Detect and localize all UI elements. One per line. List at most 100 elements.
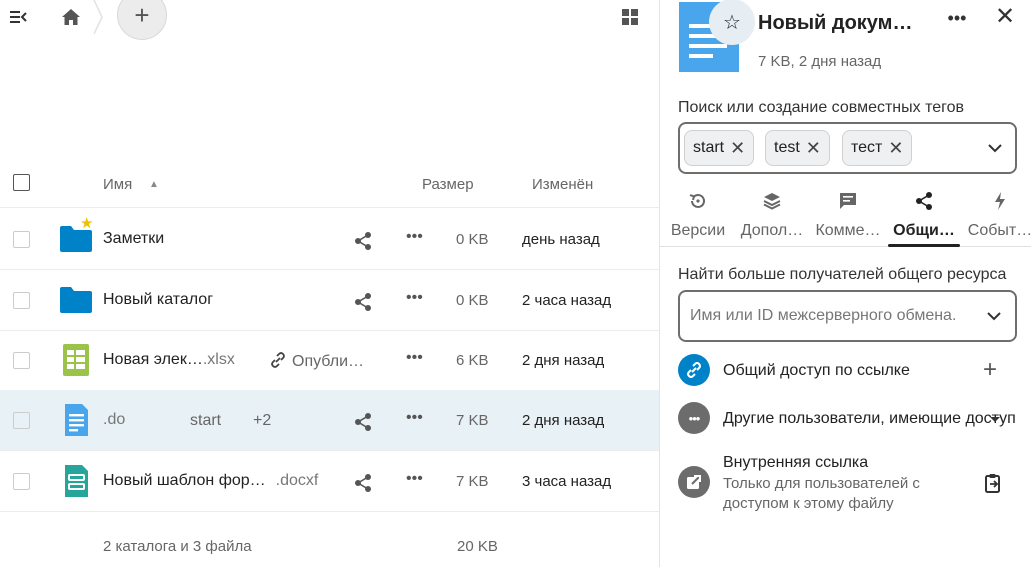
form-template-icon xyxy=(65,465,88,497)
more-actions-icon[interactable]: ••• xyxy=(406,409,426,429)
select-all-checkbox[interactable] xyxy=(13,174,30,191)
file-modified: 3 часа назад xyxy=(522,473,612,490)
more-actions-icon[interactable]: ••• xyxy=(406,470,426,490)
external-link-icon xyxy=(678,466,710,498)
comment-icon xyxy=(840,193,856,209)
breadcrumb-separator-icon xyxy=(93,0,103,34)
favorite-star-icon: ★ xyxy=(80,215,94,232)
file-name[interactable]: Новая элек….xlsx xyxy=(103,351,235,369)
layers-icon xyxy=(763,193,781,210)
file-row[interactable]: Новый шаблон фор… .docxf ••• 7 KB 3 часа … xyxy=(0,451,660,512)
file-row[interactable]: .do start +2 ••• 7 KB 2 дня назад xyxy=(0,390,660,451)
file-size: 6 KB xyxy=(456,352,489,369)
file-size: 0 KB xyxy=(456,292,489,309)
sidebar-file-meta: 7 KB, 2 дня назад xyxy=(758,53,882,70)
file-modified: 2 дня назад xyxy=(522,412,605,429)
more-actions-icon[interactable]: ••• xyxy=(406,349,426,369)
file-row[interactable]: Новый каталог ••• 0 KB 2 часа назад xyxy=(0,270,660,331)
tags-label: Поиск или создание совместных тегов xyxy=(678,99,965,116)
sidebar-file-title: Новый докум… xyxy=(758,12,913,34)
internal-link-title: Внутренняя ссылка xyxy=(723,454,869,471)
share-icon[interactable] xyxy=(353,412,373,432)
others-with-access-title: Другие пользователи, имеющие доступ xyxy=(723,410,1016,427)
public-link-status[interactable]: Опубли… xyxy=(270,352,364,371)
file-size: 7 KB xyxy=(456,412,489,429)
star-outline-icon: ☆ xyxy=(723,11,741,34)
share-icon xyxy=(916,192,932,210)
file-tag: start xyxy=(190,412,222,429)
remove-tag-icon[interactable]: ✕ xyxy=(806,138,821,159)
link-icon xyxy=(678,354,710,386)
spreadsheet-icon xyxy=(63,344,89,376)
tab-comments[interactable]: Комме… xyxy=(810,185,886,247)
internal-link-description: Только для пользователей с доступом к это… xyxy=(723,475,920,512)
more-actions-icon[interactable]: ••• xyxy=(406,289,426,309)
internal-link-entry: Внутренняя ссылка Только для пользовател… xyxy=(678,452,1028,514)
share-search-input[interactable] xyxy=(678,290,1017,342)
tags-select[interactable]: start ✕ test ✕ тест ✕ xyxy=(678,122,1017,174)
file-tag-more[interactable]: +2 xyxy=(253,412,271,430)
file-modified: 2 дня назад xyxy=(522,352,605,369)
add-share-link-button[interactable]: + xyxy=(983,358,997,382)
file-name[interactable]: Новый шаблон фор… .docxf xyxy=(103,472,318,490)
file-list-header: Имя ▲ Размер Изменён xyxy=(0,160,660,208)
tab-details[interactable]: Допол… xyxy=(734,185,810,247)
file-name[interactable]: .do xyxy=(103,411,125,429)
tag-chip: тест ✕ xyxy=(842,130,913,166)
grid-view-icon[interactable] xyxy=(618,5,642,29)
tab-sharing[interactable]: Общи… xyxy=(886,185,962,247)
file-modified: день назад xyxy=(522,231,600,248)
history-icon xyxy=(689,193,705,208)
details-sidebar: ☆ Новый докум… 7 KB, 2 дня назад ••• ✕ П… xyxy=(659,0,1031,567)
remove-tag-icon[interactable]: ✕ xyxy=(730,138,745,159)
share-link-title: Общий доступ по ссылке xyxy=(723,362,910,379)
menu-collapse-icon[interactable] xyxy=(8,6,30,28)
column-header-name[interactable]: Имя xyxy=(103,176,132,193)
row-checkbox[interactable] xyxy=(13,292,30,309)
file-row[interactable]: Новая элек….xlsx Опубли… ••• 6 KB 2 дня … xyxy=(0,330,660,391)
sidebar-more-button[interactable]: ••• xyxy=(946,8,968,30)
summary-size: 20 KB xyxy=(457,538,498,555)
tag-chip: start ✕ xyxy=(684,130,755,166)
share-icon[interactable] xyxy=(353,473,373,493)
row-checkbox[interactable] xyxy=(13,412,30,429)
more-actions-icon[interactable]: ••• xyxy=(406,228,426,248)
folder-icon xyxy=(60,287,92,313)
sidebar-tabs: Версии Допол… Комме… Общи… Событ… xyxy=(660,185,1031,247)
home-icon[interactable] xyxy=(58,4,84,30)
file-size: 7 KB xyxy=(456,473,489,490)
file-list-panel: + Имя ▲ Размер Изменён ★ Заметки ••• 0 K… xyxy=(0,0,660,567)
sort-ascending-icon: ▲ xyxy=(149,179,159,190)
chevron-down-icon[interactable] xyxy=(987,411,1003,427)
remove-tag-icon[interactable]: ✕ xyxy=(888,138,903,159)
chevron-down-icon[interactable] xyxy=(984,306,1004,326)
file-name[interactable]: Заметки xyxy=(103,230,164,248)
new-button[interactable]: + xyxy=(117,0,167,40)
more-horizontal-icon: ••• xyxy=(678,402,710,434)
share-icon[interactable] xyxy=(353,231,373,251)
row-checkbox[interactable] xyxy=(13,231,30,248)
share-icon[interactable] xyxy=(353,292,373,312)
row-checkbox[interactable] xyxy=(13,473,30,490)
column-header-modified[interactable]: Изменён xyxy=(532,176,593,193)
link-icon xyxy=(271,352,285,368)
sidebar-close-button[interactable]: ✕ xyxy=(993,5,1017,29)
favorite-toggle-button[interactable]: ☆ xyxy=(709,0,755,45)
file-modified: 2 часа назад xyxy=(522,292,612,309)
share-search-label: Найти больше получателей общего ресурса xyxy=(678,266,1007,283)
others-with-access-entry[interactable]: ••• Другие пользователи, имеющие доступ xyxy=(678,402,1028,436)
chevron-down-icon[interactable] xyxy=(985,138,1005,158)
summary-count: 2 каталога и 3 файла xyxy=(103,538,252,555)
row-checkbox[interactable] xyxy=(13,352,30,369)
tab-activity[interactable]: Событ… xyxy=(962,185,1031,247)
tab-versions[interactable]: Версии xyxy=(660,185,736,247)
tag-chip: test ✕ xyxy=(765,130,830,166)
column-header-size[interactable]: Размер xyxy=(422,176,474,193)
clipboard-copy-icon[interactable] xyxy=(982,472,1004,494)
share-link-entry[interactable]: Общий доступ по ссылке + xyxy=(678,354,1028,388)
file-name[interactable]: Новый каталог xyxy=(103,291,213,309)
file-size: 0 KB xyxy=(456,231,489,248)
activity-icon xyxy=(995,192,1005,210)
document-icon xyxy=(65,404,88,436)
file-row[interactable]: ★ Заметки ••• 0 KB день назад xyxy=(0,209,660,270)
